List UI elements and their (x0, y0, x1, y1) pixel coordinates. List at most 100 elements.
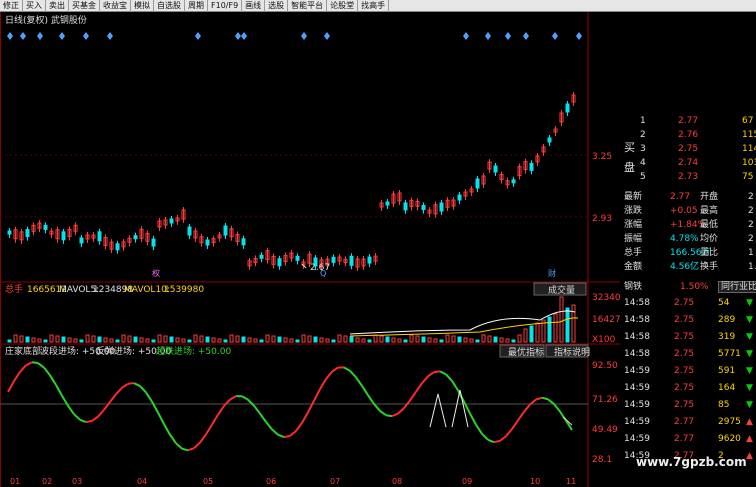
down-arrow-icon: ▼ (746, 332, 753, 342)
indicator-line-segment (85, 419, 93, 424)
mavol10-value: 1539980 (164, 285, 204, 295)
down-arrow-icon: ▼ (746, 383, 753, 393)
toolbar-button-10[interactable]: 选股 (265, 0, 289, 12)
volume-bar (73, 338, 78, 343)
indicator-spike (429, 389, 469, 428)
toolbar-button-5[interactable]: 模拟 (131, 0, 154, 12)
toolbar-button-8[interactable]: F10/F9 (208, 0, 243, 12)
toolbar-button-6[interactable]: 自选股 (154, 0, 185, 12)
chart-title: 日线(复权) 武钢股份 (5, 16, 87, 26)
volume-bar (385, 336, 390, 343)
tick-volume: 319 (718, 332, 736, 342)
volume-bar (115, 339, 120, 343)
toolbar-button-3[interactable]: 买基金 (69, 0, 100, 12)
toolbar-button-7[interactable]: 周期 (185, 0, 208, 12)
volume-bar (265, 334, 270, 343)
volume-bar (235, 335, 240, 343)
tick-time: 14:58 (624, 349, 650, 359)
indicator-line-segment (253, 405, 261, 415)
volume-bar (355, 337, 360, 343)
signal-diamond (107, 32, 113, 40)
volume-bar (397, 338, 402, 343)
volume-bar (493, 336, 498, 343)
tick-price: 2.75 (674, 383, 695, 393)
volume-bar (379, 335, 384, 343)
indicator-line-segment (373, 403, 381, 412)
month-label: 04 (137, 477, 147, 486)
tick-time: 14:58 (624, 298, 650, 308)
candle-body (529, 162, 534, 171)
buy-level-price: 2.74 (678, 158, 699, 168)
tick-volume: 2975 (718, 417, 741, 427)
volume-axis-label: X100 (592, 335, 616, 345)
industry-compare-button[interactable]: 同行业比较 (718, 281, 756, 293)
toolbar-button-2[interactable]: 卖出 (46, 0, 69, 12)
indicator-line-segment (295, 422, 303, 432)
candle-body (133, 235, 138, 240)
indicator-line-segment (271, 428, 279, 436)
kline-chart-area[interactable]: 3.25 2.93 2.67 权 Q 财总手 1665612 MAVOL5: 1234898 MA… (0, 12, 620, 487)
month-label: 01 (10, 477, 20, 486)
buy-level-volume: 67 (742, 116, 754, 126)
signal-diamond (301, 32, 307, 40)
toolbar-button-9[interactable]: 画线 (242, 0, 266, 12)
up-arrow-icon: ▲ (746, 434, 753, 444)
volume-bar (463, 337, 468, 343)
volume-bar (13, 334, 18, 343)
indicator-line-segment (247, 398, 255, 407)
signal-diamond (324, 32, 330, 40)
volume-bar (31, 337, 36, 343)
candle-body (475, 178, 480, 189)
buy-level-index: 2 (640, 130, 646, 140)
toolbar-button-1[interactable]: 买入 (23, 0, 46, 12)
volume-bar (91, 335, 96, 343)
volume-bar (421, 336, 426, 343)
indicator-line-segment (409, 391, 417, 401)
candle-body (403, 202, 408, 211)
indicator-line-segment (265, 421, 273, 430)
volume-bar (301, 334, 306, 343)
volume-bar (49, 334, 54, 343)
indicator-line-segment (277, 433, 285, 439)
volume-bar (241, 336, 246, 343)
volume-bar (223, 339, 228, 343)
toolbar-button-11[interactable]: 智能平台 (288, 0, 328, 12)
stat-key: 涨跌 (624, 206, 643, 216)
signal-diamond (7, 32, 13, 40)
toolbar-button-12[interactable]: 论股堂 (327, 0, 359, 12)
month-label: 02 (42, 477, 52, 486)
volume-select-label: 成交量 (548, 284, 575, 296)
indicator-line-segment (445, 373, 453, 382)
stat-value-2: 1.6 (748, 262, 756, 272)
indicator-line-segment (145, 391, 153, 403)
quote-stat-row: 涨幅 +1.84% 最低 2 (622, 218, 756, 232)
mavol5-line (349, 310, 576, 335)
toolbar-button-4[interactable]: 收益宝 (100, 0, 131, 12)
volume-bar (145, 338, 150, 343)
down-arrow-icon: ▼ (746, 400, 753, 410)
volume-bar (181, 338, 186, 343)
stat-key: 金额 (624, 262, 643, 272)
month-label: 03 (72, 477, 82, 486)
signal-diamond (485, 32, 491, 40)
tick-price: 2.75 (674, 298, 695, 308)
kline-chart[interactable]: 3.252.932.67权 Q 财总手 1665612MAVOL5:1234898MA… (0, 12, 620, 487)
toolbar-button-0[interactable]: 修正 (0, 0, 23, 12)
candle-body (169, 218, 174, 224)
stat-key-2: 最低 (700, 220, 719, 230)
candle-body (295, 255, 300, 261)
indicator-param: 超跌进场: +50.00 (156, 345, 231, 357)
volume-bar (259, 339, 264, 343)
volume-bar (445, 334, 450, 343)
candle-body (385, 201, 390, 206)
tick-time: 14:59 (624, 383, 650, 393)
up-arrow-icon: ▲ (746, 417, 753, 427)
down-arrow-icon: ▼ (746, 298, 753, 308)
toolbar-button-13[interactable]: 找高手 (358, 0, 390, 12)
volume-bar (565, 307, 570, 343)
buy-level-index: 1 (640, 116, 646, 126)
volume-bar (217, 338, 222, 343)
volume-bar (499, 337, 504, 343)
tick-time: 14:58 (624, 332, 650, 342)
candle-body (331, 256, 336, 263)
